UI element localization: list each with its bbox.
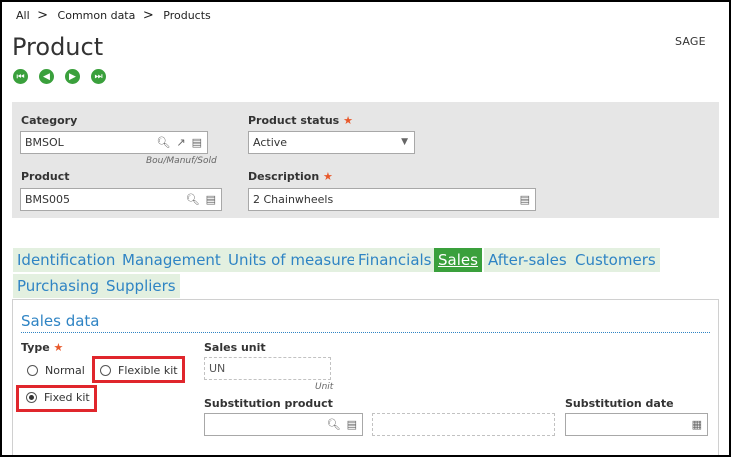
breadcrumb-item-common-data[interactable]: Common data (58, 9, 136, 22)
calendar-icon[interactable]: ▦ (692, 418, 702, 431)
breadcrumb-item-all[interactable]: All (16, 9, 30, 22)
type-option-normal-label: Normal (45, 364, 85, 377)
required-star-icon: ★ (53, 341, 64, 354)
required-star-icon: ★ (343, 114, 353, 127)
tab-management[interactable]: Management (118, 248, 225, 272)
tab-units-of-measure[interactable]: Units of measure (224, 248, 360, 272)
search-icon[interactable]: 🔍︎ (327, 418, 341, 431)
window-frame: All > Common data > Products Product SAG… (0, 0, 731, 457)
tab-after-sales[interactable]: After-sales (484, 248, 571, 272)
category-value: BMSOL (25, 136, 64, 149)
breadcrumb: All > Common data > Products (16, 8, 215, 23)
previous-record-icon: ◀ (43, 71, 50, 82)
last-record-icon: ⏭ (94, 71, 103, 82)
details-icon[interactable]: ▤ (192, 136, 202, 149)
radio-flexible-kit[interactable] (100, 365, 111, 376)
sales-unit-label: Sales unit (204, 341, 266, 354)
description-input[interactable]: 2 Chainwheels ▤ (248, 188, 536, 211)
first-record-icon: ⏮ (16, 71, 25, 82)
product-input[interactable]: BMS005 🔍︎ ▤ (20, 188, 222, 211)
tab-sales[interactable]: Sales (434, 248, 482, 272)
product-status-value: Active (253, 136, 288, 149)
section-title: Sales data (21, 312, 100, 330)
next-record-icon: ▶ (69, 71, 76, 82)
search-icon[interactable]: 🔍︎ (156, 136, 170, 149)
type-option-flexible-kit[interactable]: Flexible kit (100, 364, 178, 377)
category-hint: Bou/Manuf/Sold (146, 156, 217, 166)
next-record-button[interactable]: ▶ (65, 69, 80, 84)
category-input[interactable]: BMSOL 🔍︎ ↗ ▤ (20, 131, 208, 154)
tab-financials[interactable]: Financials (354, 248, 436, 272)
substitution-product-label: Substitution product (204, 397, 333, 410)
type-option-normal[interactable]: Normal (27, 364, 85, 377)
previous-record-button[interactable]: ◀ (39, 69, 54, 84)
tab-suppliers[interactable]: Suppliers (102, 274, 180, 298)
breadcrumb-separator: > (142, 8, 154, 23)
type-option-fixed-kit-label: Fixed kit (44, 391, 90, 404)
substitution-product-input[interactable]: 🔍︎ ▤ (204, 413, 363, 436)
radio-normal[interactable] (27, 365, 38, 376)
last-record-button[interactable]: ⏭ (91, 69, 106, 84)
substitution-product-description (372, 413, 555, 436)
product-value: BMS005 (25, 193, 71, 206)
radio-fixed-kit[interactable] (26, 392, 37, 403)
page-title: Product (12, 33, 104, 61)
chevron-down-icon: ▼ (401, 137, 408, 147)
details-icon[interactable]: ▤ (347, 418, 357, 431)
user-name: SAGE (675, 35, 706, 48)
details-icon[interactable]: ▤ (520, 193, 530, 206)
type-option-flexible-kit-label: Flexible kit (118, 364, 178, 377)
open-record-icon[interactable]: ↗ (176, 136, 185, 149)
type-label: Type ★ (21, 341, 64, 354)
product-status-select[interactable]: Active ▼ (248, 131, 415, 154)
substitution-date-input[interactable]: ▦ (565, 413, 708, 436)
first-record-button[interactable]: ⏮ (13, 69, 28, 84)
type-option-fixed-kit[interactable]: Fixed kit (26, 391, 90, 404)
product-label: Product (21, 170, 70, 183)
breadcrumb-item-products[interactable]: Products (163, 9, 211, 22)
sales-unit-input[interactable]: UN (204, 357, 331, 380)
required-star-icon: ★ (323, 170, 333, 183)
description-value: 2 Chainwheels (253, 193, 334, 206)
description-label: Description ★ (248, 170, 333, 183)
sales-unit-hint: Unit (315, 382, 334, 392)
search-icon[interactable]: 🔍︎ (186, 193, 200, 206)
substitution-date-label: Substitution date (565, 397, 674, 410)
category-label: Category (21, 114, 78, 127)
tab-purchasing[interactable]: Purchasing (13, 274, 104, 298)
tab-customers[interactable]: Customers (571, 248, 660, 272)
details-icon[interactable]: ▤ (206, 193, 216, 206)
sales-unit-value: UN (209, 362, 226, 375)
product-status-label: Product status ★ (248, 114, 353, 127)
section-divider (21, 332, 710, 333)
tab-identification[interactable]: Identification (13, 248, 120, 272)
breadcrumb-separator: > (37, 8, 49, 23)
